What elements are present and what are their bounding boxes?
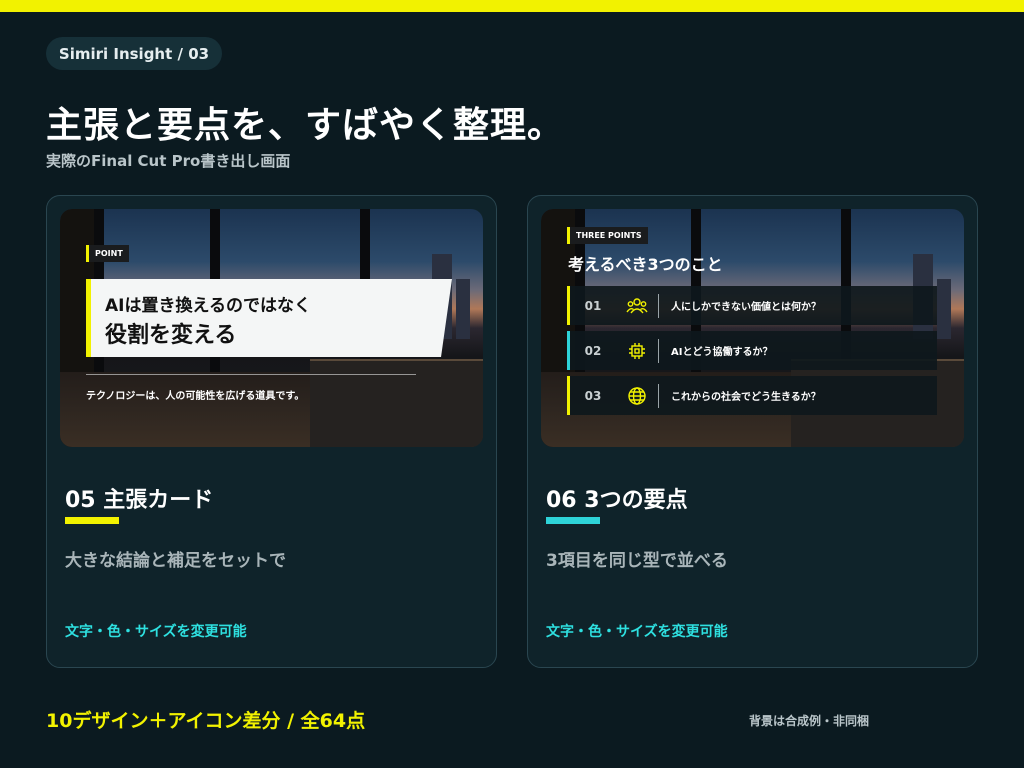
card-title: 05 主張カード [65,488,214,513]
title-underline [65,517,119,524]
three-points-tag: THREE POINTS [567,227,648,244]
point-number: 03 [584,388,602,403]
point-number: 02 [584,343,602,358]
three-points-heading: 考えるべき3つのこと [568,255,723,274]
people-icon [616,286,658,325]
card-customizable-note: 文字・色・サイズを変更可能 [546,624,728,640]
claim-line-2: 役割を変える [105,323,237,348]
claim-line-1: AIは置き換えるのではなく [105,296,311,316]
room-table [310,359,483,447]
footer-design-count: 10デザイン＋アイコン差分 / 全64点 [46,710,366,732]
card-claim[interactable]: POINT AIは置き換えるのではなく 役割を変える テクノロジーは、人の可能性… [46,195,497,668]
card-description: 大きな結論と補足をセットで [65,551,286,571]
point-row: 03 これからの社会でどう生きるか？ [567,376,937,415]
point-separator [658,293,659,318]
point-row: 02 AIとどう協働するか？ [567,331,937,370]
claim-note: テクノロジーは、人の可能性を広げる道具です。 [86,391,305,402]
point-number: 01 [584,298,602,313]
point-separator [658,338,659,363]
footer-background-note: 背景は合成例・非同梱 [749,714,870,728]
claim-box: AIは置き換えるのではなく 役割を変える [86,279,452,357]
point-separator [658,383,659,408]
series-badge: Simiri Insight / 03 [46,37,222,70]
title-underline [546,517,600,524]
chip-icon [616,331,658,370]
card-three-points[interactable]: THREE POINTS 考えるべき3つのこと 01 人にしかできない価値とは何… [527,195,978,668]
skyline-building [456,279,470,339]
point-text: AIとどう協働するか？ [671,347,773,358]
globe-icon [616,376,658,415]
point-text: これからの社会でどう生きるか？ [671,392,821,403]
point-text: 人にしかできない価値とは何か？ [671,302,821,313]
claim-divider [86,374,416,375]
top-accent-bar [0,0,1024,12]
page-subtitle: 実際のFinal Cut Pro書き出し画面 [46,152,291,170]
skyline-building [937,279,951,339]
card-customizable-note: 文字・色・サイズを変更可能 [65,624,247,640]
point-tag: POINT [86,245,129,262]
card-title: 06 3つの要点 [546,488,688,513]
point-row: 01 人にしかできない価値とは何か？ [567,286,937,325]
card-description: 3項目を同じ型で並べる [546,551,728,571]
page-title: 主張と要点を、すばやく整理。 [46,105,565,146]
claim-card-preview: POINT AIは置き換えるのではなく 役割を変える テクノロジーは、人の可能性… [60,209,483,447]
three-points-preview: THREE POINTS 考えるべき3つのこと 01 人にしかできない価値とは何… [541,209,964,447]
